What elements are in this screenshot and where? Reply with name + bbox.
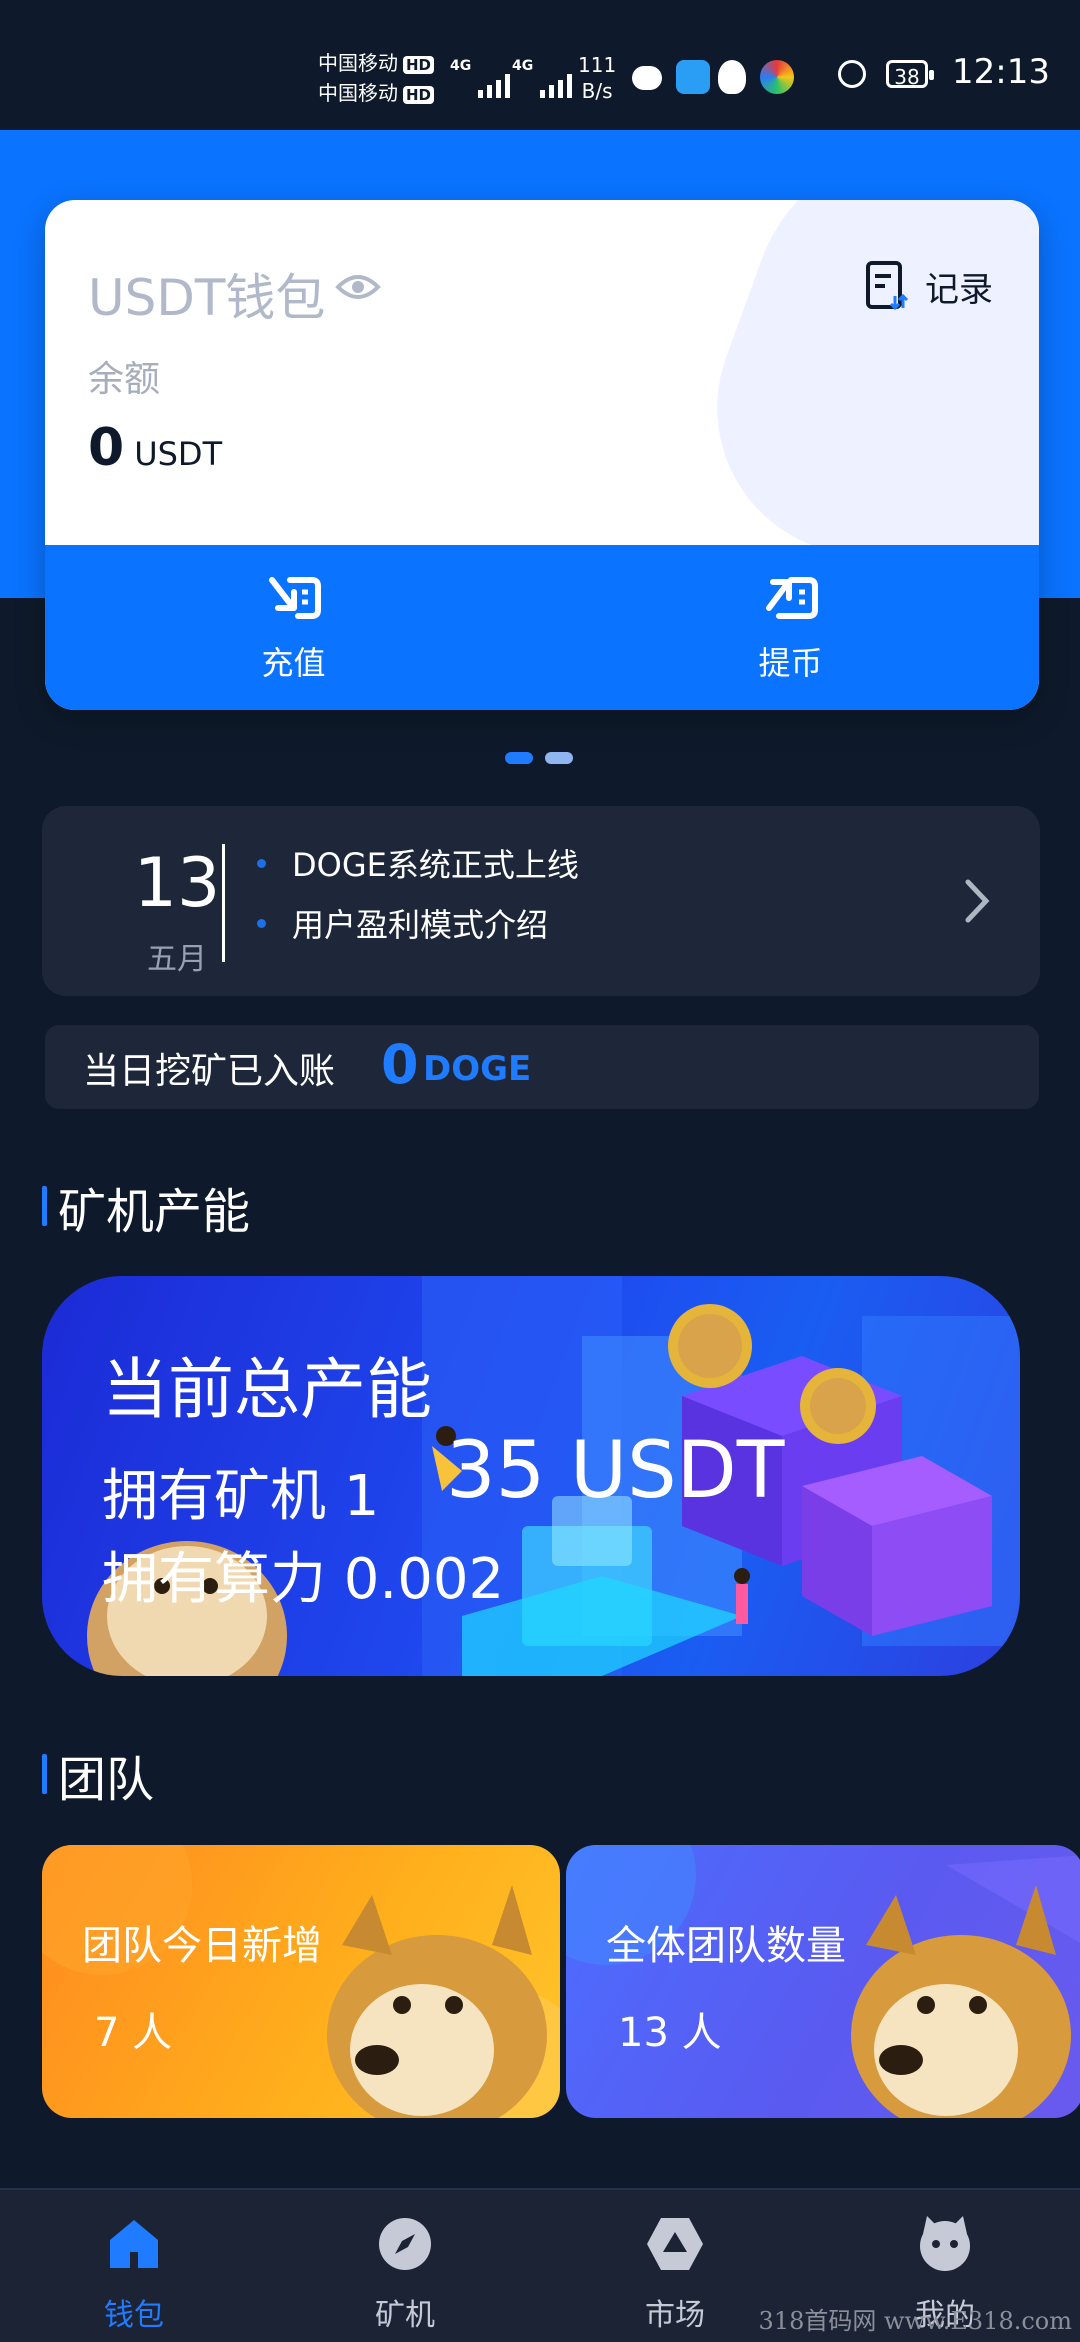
capacity-amount: 35 USDT: [446, 1426, 785, 1516]
news-day: 13: [133, 844, 221, 923]
section-marker: [42, 1186, 47, 1226]
doge-illustration: [566, 1845, 1080, 2118]
section-marker: [42, 1754, 47, 1794]
record-icon: [866, 261, 909, 311]
mined-today-label: 当日挖矿已入账: [83, 1051, 336, 1092]
team-card-title: 全体团队数量: [606, 1923, 846, 1969]
team-new-today-card[interactable]: 团队今日新增 7 人: [42, 1845, 560, 2118]
carousel-dot[interactable]: [545, 752, 573, 764]
market-icon: [647, 2218, 703, 2270]
machines-count: 拥有矿机 1: [102, 1464, 380, 1529]
wallet-title: USDT钱包: [88, 269, 326, 327]
withdraw-icon: [765, 576, 818, 619]
deposit-label: 充值: [261, 643, 326, 682]
hd-badge: HD: [403, 86, 435, 104]
bullet-icon: [257, 858, 266, 868]
deposit-icon: [268, 576, 321, 619]
news-item[interactable]: DOGE系统正式上线: [257, 840, 579, 886]
battery-icon: 38: [886, 60, 934, 89]
carrier-1: 中国移动: [318, 51, 398, 75]
withdraw-label: 提币: [758, 643, 823, 682]
mined-today-value: 0: [381, 1033, 419, 1096]
bullet-icon: [257, 918, 266, 928]
doge-illustration: [42, 1845, 560, 2118]
net-speed: 111 B/s: [578, 53, 617, 103]
carrier-2: 中国移动: [318, 81, 398, 105]
banner-title: 当前总产能: [102, 1351, 432, 1428]
deposit-button[interactable]: 充值: [45, 545, 542, 710]
team-section-title: 团队: [58, 1752, 155, 1808]
signal-icon: 4G: [512, 58, 573, 98]
nav-market[interactable]: 市场: [575, 2216, 775, 2334]
clock: 12:13: [952, 52, 1050, 92]
profile-icon: [920, 2216, 970, 2271]
withdraw-button[interactable]: 提币: [542, 545, 1039, 710]
browser-icon: [676, 60, 710, 94]
hd-badge: HD: [403, 56, 435, 74]
carousel-dot-active[interactable]: [505, 752, 533, 764]
nav-miner[interactable]: 矿机: [305, 2216, 505, 2334]
nav-wallet[interactable]: 钱包: [34, 2216, 234, 2334]
wallet-card: USDT钱包 记录 余额 0 USDT 充值 提币: [45, 200, 1039, 710]
team-card-value: 13 人: [618, 2010, 722, 2056]
carrier-info: 中国移动 HD 中国移动 HD: [318, 48, 435, 108]
carousel-indicator: [505, 752, 573, 764]
compass-icon: [379, 2218, 431, 2270]
eye-icon[interactable]: [335, 272, 381, 302]
team-card-title: 团队今日新增: [82, 1923, 322, 1969]
wallet-actions: 充值 提币: [45, 545, 1039, 710]
mined-today-bar: 当日挖矿已入账 0 DOGE: [45, 1025, 1039, 1109]
news-card[interactable]: 13 五月 DOGE系统正式上线 用户盈利模式介绍: [42, 806, 1040, 996]
wechat-icon: [632, 66, 662, 90]
chevron-right-icon[interactable]: [962, 876, 992, 926]
capacity-section-title: 矿机产能: [58, 1184, 251, 1240]
wallet-home-icon: [110, 2220, 158, 2268]
team-total-card[interactable]: 全体团队数量 13 人: [566, 1845, 1080, 2118]
record-button[interactable]: 记录: [865, 260, 993, 312]
alarm-icon: [838, 60, 866, 88]
news-item[interactable]: 用户盈利模式介绍: [257, 900, 548, 946]
balance-display: 0 USDT: [88, 418, 222, 478]
team-card-value: 7 人: [94, 2010, 173, 2056]
qq-icon: [718, 60, 746, 94]
news-month: 五月: [147, 942, 207, 977]
app-icon: [760, 60, 794, 94]
balance-value: 0: [88, 418, 125, 478]
balance-label: 余额: [88, 359, 161, 400]
balance-unit: USDT: [134, 435, 223, 473]
mined-today-unit: DOGE: [423, 1049, 532, 1089]
status-bar: 中国移动 HD 中国移动 HD 4G 4G 111 B/s 38 12:13: [0, 0, 1080, 130]
watermark: 318首码网 www.E318.com: [758, 2307, 1072, 2335]
capacity-banner[interactable]: 当前总产能 拥有矿机 1 拥有算力 0.002 35 USDT: [42, 1276, 1020, 1676]
record-label: 记录: [925, 269, 993, 310]
signal-icon: 4G: [450, 58, 511, 98]
hashrate: 拥有算力 0.002: [102, 1547, 505, 1612]
divider: [222, 844, 225, 962]
